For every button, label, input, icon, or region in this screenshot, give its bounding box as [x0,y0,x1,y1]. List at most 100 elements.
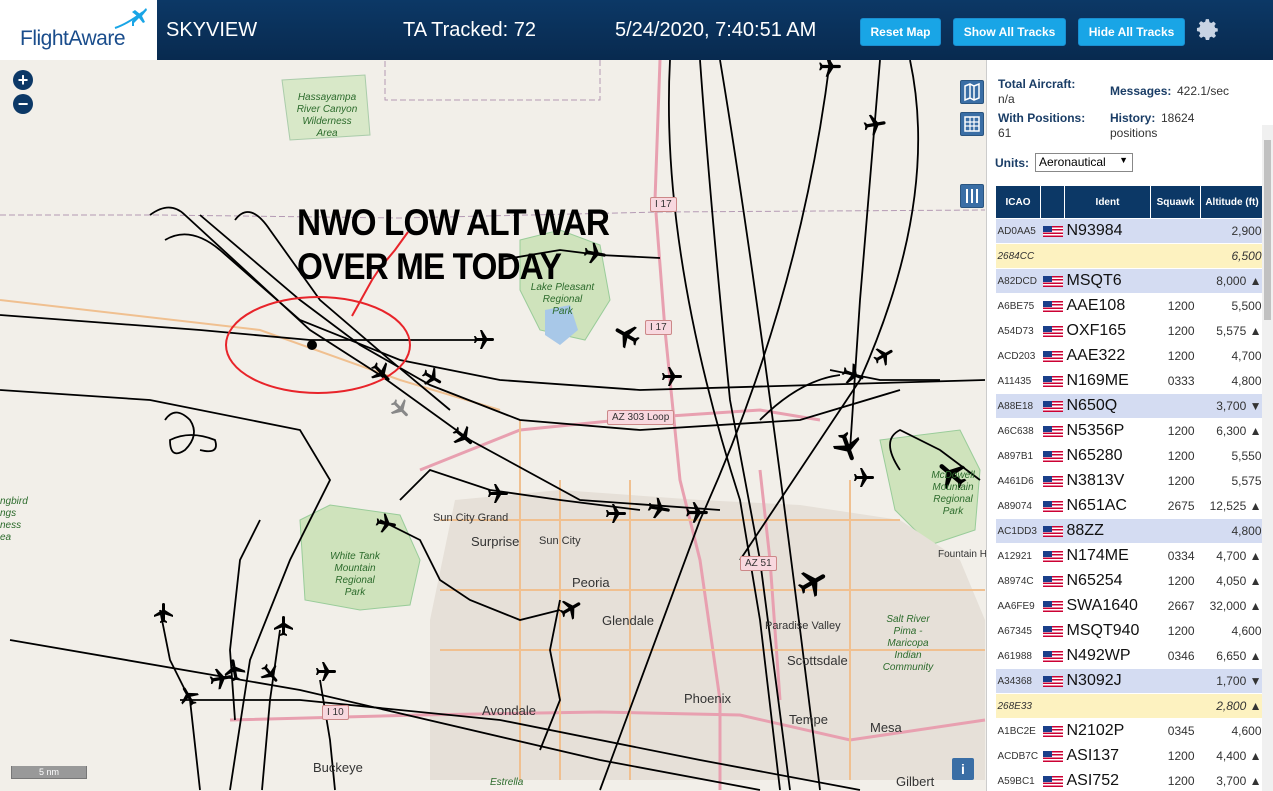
aircraft-plane-icon[interactable] [152,601,176,625]
table-row[interactable]: AA6FE9 SWA1640 2667 32,000 ▲ [995,593,1263,619]
aircraft-plane-icon[interactable] [368,360,394,386]
table-row[interactable]: A59BC1 ASI752 1200 3,700 ▲ [995,768,1263,791]
flag-cell [1040,668,1065,694]
zoom-in-button[interactable]: + [13,70,33,90]
aircraft-plane-icon[interactable] [450,424,476,450]
aircraft-icao: 2684CC [995,243,1041,269]
aircraft-plane-icon[interactable] [258,662,282,686]
aircraft-plane-icon[interactable] [558,596,584,622]
column-header-icao[interactable]: ICAO [995,185,1041,219]
flightaware-logo[interactable]: FlightAware [0,0,157,60]
table-row[interactable]: A897B1 N65280 1200 5,550 [995,443,1263,469]
info-button[interactable]: i [952,758,974,780]
panel-scrollbar-thumb[interactable] [1264,140,1271,320]
aircraft-plane-icon[interactable] [314,660,338,684]
aircraft-squawk [1150,518,1201,544]
aircraft-plane-icon[interactable] [796,566,830,600]
table-row[interactable]: A67345 MSQT940 1200 4,600 [995,618,1263,644]
table-row[interactable]: A61988 N492WP 0346 6,650 ▲ [995,643,1263,669]
table-row[interactable]: A461D6 N3813V 1200 5,575 [995,468,1263,494]
units-select[interactable]: Aeronautical ▼ [1035,153,1133,172]
aircraft-altitude: 6,650 ▲ [1200,643,1263,669]
aircraft-plane-icon[interactable] [604,502,628,526]
aircraft-ident: MSQT940 [1064,618,1151,644]
with-positions-value: 61 [998,126,1012,140]
us-flag-icon [1042,501,1063,513]
us-flag-icon [1042,551,1063,563]
aircraft-squawk: 0333 [1150,368,1201,394]
aircraft-plane-icon[interactable] [388,397,412,421]
table-row[interactable]: A11435 N169ME 0333 4,800 [995,368,1263,394]
aircraft-plane-icon[interactable] [208,666,234,692]
table-row[interactable]: A89074 N651AC 2675 12,525 ▲ [995,493,1263,519]
columns-toggle-button[interactable] [960,184,984,208]
us-flag-icon [1042,601,1063,613]
aircraft-plane-icon[interactable] [830,430,864,464]
total-aircraft-value: n/a [998,92,1015,106]
table-row[interactable]: A12921 N174ME 0334 4,700 ▲ [995,543,1263,569]
table-row[interactable]: A6C638 N5356P 1200 6,300 ▲ [995,418,1263,444]
aircraft-plane-icon[interactable] [486,482,510,506]
aircraft-plane-icon[interactable] [660,365,684,389]
flag-cell [1040,518,1065,544]
map-layers-button[interactable] [960,80,984,104]
table-row[interactable]: 268E33 2,800 ▲ [995,693,1263,719]
table-row[interactable]: A34368 N3092J 1,700 ▼ [995,668,1263,694]
place-label-sun-city: Sun City [539,535,581,547]
aircraft-plane-icon[interactable] [872,344,896,368]
aircraft-plane-icon[interactable] [472,328,496,352]
zoom-out-button[interactable]: − [13,94,33,114]
aircraft-ident: N2102P [1064,718,1151,744]
aircraft-squawk: 0345 [1150,718,1201,744]
table-row[interactable]: A88E18 N650Q 3,700 ▼ [995,393,1263,419]
place-label-avondale: Avondale [482,703,536,718]
show-all-tracks-button[interactable]: Show All Tracks [953,18,1066,46]
aircraft-plane-icon[interactable] [177,684,201,708]
clock-timestamp: 5/24/2020, 7:40:51 AM [615,19,817,41]
map-canvas[interactable]: Hassayampa River Canyon Wilderness Area … [0,60,986,791]
chevron-down-icon: ▼ [1119,155,1128,165]
aircraft-plane-icon[interactable] [272,614,296,638]
table-row[interactable]: ACDB7C ASI137 1200 4,400 ▲ [995,743,1263,769]
table-row[interactable]: 2684CC 6,500 [995,243,1263,269]
aircraft-squawk: 1200 [1150,418,1201,444]
aircraft-altitude: 5,575 ▲ [1200,318,1263,344]
aircraft-icao: A6BE75 [995,293,1041,319]
reset-map-button[interactable]: Reset Map [860,18,941,46]
aircraft-icao: A8974C [995,568,1041,594]
column-header-ident[interactable]: Ident [1064,185,1151,219]
place-label-scottsdale: Scottsdale [787,653,848,668]
aircraft-altitude: 4,800 [1200,368,1263,394]
aircraft-plane-icon[interactable] [840,362,866,388]
aircraft-table-wrap[interactable]: ICAO Ident Squawk Altitude (ft) AD0AA5 N9… [995,185,1263,791]
aircraft-plane-icon[interactable] [852,466,876,490]
aircraft-plane-icon[interactable] [684,500,710,526]
flag-cell [1040,293,1065,319]
table-row[interactable]: AC1DD3 88ZZ 4,800 [995,518,1263,544]
units-selected-value: Aeronautical [1039,155,1106,169]
column-header-squawk[interactable]: Squawk [1150,185,1201,219]
gear-icon[interactable] [1195,17,1221,43]
table-row[interactable]: A82DCD MSQT6 8,000 ▲ [995,268,1263,294]
history-value: 18624 [1161,111,1195,125]
aircraft-plane-icon[interactable] [374,512,398,536]
aircraft-plane-icon[interactable] [817,60,843,80]
table-row[interactable]: A8974C N65254 1200 4,050 ▲ [995,568,1263,594]
table-row[interactable]: ACD203 AAE322 1200 4,700 [995,343,1263,369]
table-row[interactable]: A54D73 OXF165 1200 5,575 ▲ [995,318,1263,344]
history-label: History: [1110,111,1156,125]
aircraft-plane-icon[interactable] [420,366,444,390]
aircraft-plane-icon[interactable] [646,496,672,522]
aircraft-plane-icon[interactable] [862,112,888,138]
aircraft-ident: N3813V [1064,468,1151,494]
aircraft-plane-icon[interactable] [612,320,642,350]
map-grid-button[interactable] [960,112,984,136]
hide-all-tracks-button[interactable]: Hide All Tracks [1078,18,1185,46]
aircraft-altitude: 5,500 [1200,293,1263,319]
table-row[interactable]: A6BE75 AAE108 1200 5,500 [995,293,1263,319]
aircraft-altitude: 2,800 ▲ [1200,693,1263,719]
table-row[interactable]: AD0AA5 N93984 2,900 [995,218,1263,244]
column-header-flag[interactable] [1040,185,1065,219]
column-header-altitude[interactable]: Altitude (ft) [1200,185,1263,219]
table-row[interactable]: A1BC2E N2102P 0345 4,600 [995,718,1263,744]
